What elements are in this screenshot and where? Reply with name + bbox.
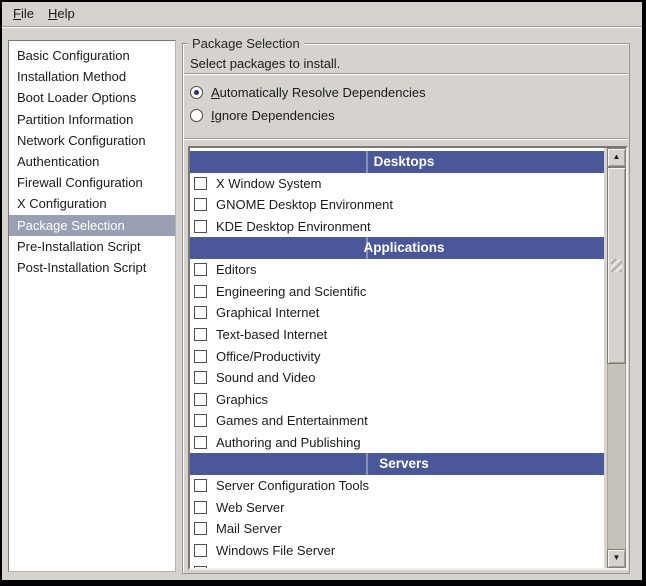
scroll-down-button[interactable]: ▼ xyxy=(607,549,626,568)
package-checkbox[interactable] xyxy=(194,328,207,341)
radio-label: Automatically Resolve Dependencies xyxy=(211,85,426,100)
package-checkbox[interactable] xyxy=(194,522,207,535)
package-group-header: Applications xyxy=(190,237,604,259)
sidebar-item-x-configuration[interactable]: X Configuration xyxy=(9,193,175,214)
package-checkbox[interactable] xyxy=(194,220,207,233)
package-label: Authoring and Publishing xyxy=(216,435,361,450)
package-label: Editors xyxy=(216,262,256,277)
sidebar-item-post-installation-script[interactable]: Post-Installation Script xyxy=(9,257,175,278)
sidebar-item-partition-information[interactable]: Partition Information xyxy=(9,109,175,130)
package-row[interactable]: Mail Server xyxy=(190,518,604,540)
package-checkbox[interactable] xyxy=(194,350,207,363)
sidebar-item-authentication[interactable]: Authentication xyxy=(9,151,175,172)
separator xyxy=(184,138,628,140)
package-checkbox[interactable] xyxy=(194,566,207,568)
package-label: Web Server xyxy=(216,500,284,515)
package-checkbox[interactable] xyxy=(194,306,207,319)
package-row[interactable]: Sound and Video xyxy=(190,367,604,389)
scrollbar-grip-icon xyxy=(611,259,622,272)
package-row[interactable]: Server Configuration Tools xyxy=(190,475,604,497)
package-label: Engineering and Scientific xyxy=(216,284,366,299)
radio-label: Ignore Dependencies xyxy=(211,108,335,123)
package-group-header: Servers xyxy=(190,453,604,475)
package-row[interactable]: Web Server xyxy=(190,497,604,519)
package-row[interactable]: Editors xyxy=(190,259,604,281)
package-row[interactable]: X Window System xyxy=(190,173,604,195)
package-checkbox[interactable] xyxy=(194,414,207,427)
package-label: Graphics xyxy=(216,392,268,407)
package-checkbox[interactable] xyxy=(194,285,207,298)
package-group-header: Desktops xyxy=(190,151,604,173)
package-row-partial[interactable] xyxy=(190,561,604,568)
package-label: GNOME Desktop Environment xyxy=(216,197,393,212)
vertical-scrollbar[interactable]: ▲ ▼ xyxy=(607,148,626,568)
menubar: FileHelp xyxy=(2,2,642,26)
window-border xyxy=(0,0,646,2)
package-label: KDE Desktop Environment xyxy=(216,219,371,234)
package-row[interactable]: GNOME Desktop Environment xyxy=(190,194,604,216)
package-label: Graphical Internet xyxy=(216,305,319,320)
package-label: Server Configuration Tools xyxy=(216,478,369,493)
package-row[interactable]: Windows File Server xyxy=(190,540,604,562)
package-label: Text-based Internet xyxy=(216,327,327,342)
package-label: Windows File Server xyxy=(216,543,335,558)
window-border xyxy=(642,0,646,586)
up-arrow-icon: ▲ xyxy=(613,152,621,161)
package-checkbox[interactable] xyxy=(194,263,207,276)
dependency-option[interactable]: Ignore Dependencies xyxy=(190,107,426,124)
category-list: Basic ConfigurationInstallation MethodBo… xyxy=(8,40,176,572)
sidebar-item-pre-installation-script[interactable]: Pre-Installation Script xyxy=(9,236,175,257)
scroll-up-button[interactable]: ▲ xyxy=(607,148,626,167)
sidebar-item-boot-loader-options[interactable]: Boot Loader Options xyxy=(9,87,175,108)
package-row[interactable]: Engineering and Scientific xyxy=(190,281,604,303)
package-checkbox[interactable] xyxy=(194,198,207,211)
package-list-viewport: Desktops X Window System GNOME Desktop Env… xyxy=(190,148,604,568)
package-list: Desktops X Window System GNOME Desktop Env… xyxy=(188,146,628,570)
scrollbar-thumb[interactable] xyxy=(607,167,626,364)
sidebar-item-package-selection[interactable]: Package Selection xyxy=(9,215,175,236)
menu-help[interactable]: Help xyxy=(41,2,82,26)
package-row[interactable]: Graphics xyxy=(190,389,604,411)
frame-title: Package Selection xyxy=(188,36,304,51)
package-checkbox[interactable] xyxy=(194,393,207,406)
radio-button[interactable] xyxy=(190,109,203,122)
down-arrow-icon: ▼ xyxy=(613,553,621,562)
package-row[interactable]: Text-based Internet xyxy=(190,324,604,346)
window-border xyxy=(0,0,2,586)
dependency-options: Automatically Resolve Dependencies Ignore… xyxy=(190,84,426,130)
dependency-option[interactable]: Automatically Resolve Dependencies xyxy=(190,84,426,101)
package-row[interactable]: Office/Productivity xyxy=(190,345,604,367)
package-row[interactable]: Authoring and Publishing xyxy=(190,432,604,454)
package-checkbox[interactable] xyxy=(194,479,207,492)
menu-file[interactable]: File xyxy=(6,2,41,26)
sidebar-item-installation-method[interactable]: Installation Method xyxy=(9,66,175,87)
package-row[interactable]: Graphical Internet xyxy=(190,302,604,324)
menubar-separator xyxy=(2,26,642,28)
package-checkbox[interactable] xyxy=(194,177,207,190)
package-checkbox[interactable] xyxy=(194,371,207,384)
package-checkbox[interactable] xyxy=(194,436,207,449)
package-row[interactable]: KDE Desktop Environment xyxy=(190,216,604,238)
sidebar-item-firewall-configuration[interactable]: Firewall Configuration xyxy=(9,172,175,193)
radio-button[interactable] xyxy=(190,86,203,99)
scrollbar-track[interactable] xyxy=(607,167,626,549)
package-checkbox[interactable] xyxy=(194,501,207,514)
package-label: Mail Server xyxy=(216,521,282,536)
sidebar-item-basic-configuration[interactable]: Basic Configuration xyxy=(9,45,175,66)
package-label: Games and Entertainment xyxy=(216,413,368,428)
package-row[interactable]: Games and Entertainment xyxy=(190,410,604,432)
package-label: X Window System xyxy=(216,176,321,191)
package-label: Sound and Video xyxy=(216,370,316,385)
window-border xyxy=(0,580,646,586)
sidebar-item-network-configuration[interactable]: Network Configuration xyxy=(9,130,175,151)
separator xyxy=(184,73,628,75)
package-checkbox[interactable] xyxy=(194,544,207,557)
package-label: Office/Productivity xyxy=(216,349,321,364)
description-label: Select packages to install. xyxy=(190,56,340,71)
